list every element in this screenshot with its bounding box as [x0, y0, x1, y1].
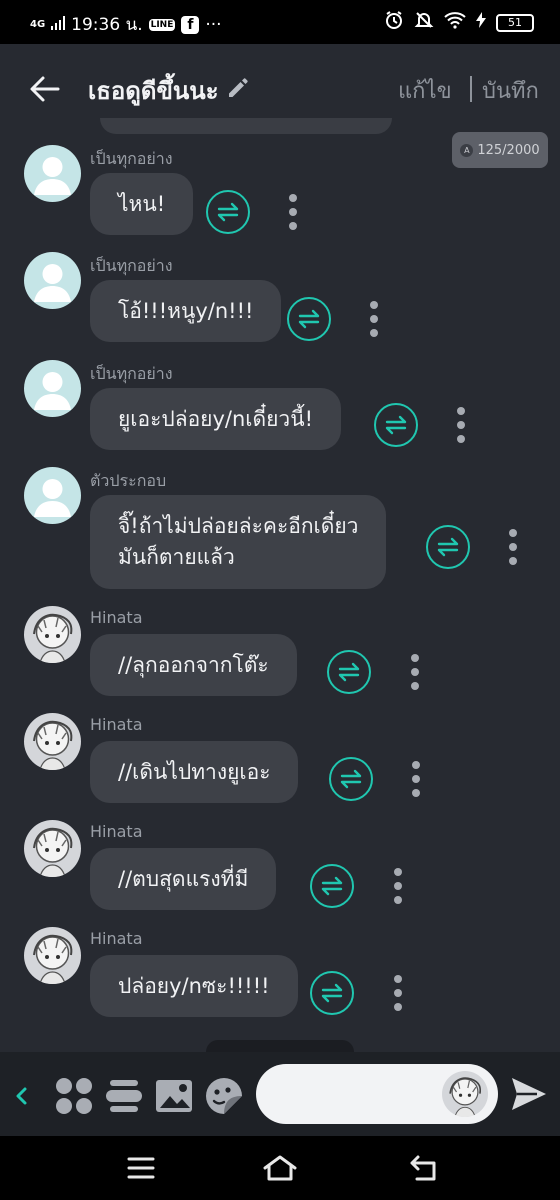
character-counter: A 125/2000	[452, 132, 548, 168]
message-bubble[interactable]: ปล่อยy/nซะ!!!!!	[90, 955, 298, 1017]
more-options-icon[interactable]	[367, 301, 381, 337]
previous-message-bubble	[100, 118, 392, 134]
avatar[interactable]	[24, 927, 81, 984]
more-options-icon[interactable]	[506, 529, 520, 565]
composer-bar	[0, 1052, 560, 1136]
pencil-icon[interactable]	[226, 76, 250, 100]
network-indicator: 4G	[30, 19, 46, 30]
counter-badge: A	[460, 143, 474, 157]
edit-button[interactable]: แก้ไข	[398, 73, 452, 108]
message-text: ยูเอะปล่อยy/nเดี๋ยวนี้!	[118, 407, 313, 431]
avatar[interactable]	[24, 467, 81, 524]
avatar[interactable]	[24, 606, 81, 663]
avatar[interactable]	[24, 713, 81, 770]
message-text: //ลุกออกจากโต๊ะ	[118, 653, 269, 677]
status-bar: 4G 19:36 น. LINE f ··· 51	[0, 0, 560, 44]
signal-icon	[51, 15, 66, 35]
scroll-to-bottom-pill[interactable]	[206, 1040, 354, 1052]
image-icon[interactable]	[154, 1076, 194, 1116]
avatar[interactable]	[24, 145, 81, 202]
message-input[interactable]	[256, 1064, 498, 1124]
battery-icon: 51	[496, 13, 534, 32]
sync-icon[interactable]	[310, 971, 354, 1015]
sync-icon[interactable]	[426, 525, 470, 569]
message-bubble[interactable]: //เดินไปทางยูเอะ	[90, 741, 299, 803]
sender-name: เป็นทุกอย่าง	[90, 256, 173, 275]
more-options-icon[interactable]	[409, 761, 423, 797]
facebook-notification-icon: f	[181, 15, 200, 34]
avatar[interactable]	[24, 820, 81, 877]
counter-text: 125/2000	[477, 142, 540, 158]
avatar[interactable]	[24, 252, 81, 309]
sync-icon[interactable]	[287, 297, 331, 341]
sync-icon[interactable]	[206, 190, 250, 234]
sender-name: Hinata	[90, 608, 143, 627]
sync-icon[interactable]	[329, 757, 373, 801]
page-title: เธอดูดีขึ้นนะ	[88, 77, 219, 105]
header-divider	[470, 76, 472, 102]
message-text: มันก็ตายแล้ว	[118, 545, 235, 569]
charging-icon	[476, 12, 486, 33]
apps-grid-icon[interactable]	[54, 1076, 94, 1116]
wifi-icon	[444, 11, 466, 34]
sender-name: ตัวประกอบ	[90, 471, 167, 490]
more-notifications: ···	[205, 14, 222, 35]
message-bubble[interactable]: โอ้!!!หนูy/n!!!	[90, 280, 282, 342]
persona-avatar[interactable]	[442, 1071, 488, 1117]
message-text: จิ๊!ถ้าไม่ปล่อยล่ะคะอีกเดี๋ยว	[118, 514, 359, 538]
message-bubble[interactable]: ไหน!	[90, 173, 194, 235]
menu-icon[interactable]	[124, 1154, 158, 1182]
message-bubble[interactable]: //ลุกออกจากโต๊ะ	[90, 634, 297, 696]
sync-icon[interactable]	[327, 650, 371, 694]
collapse-chevron-icon[interactable]	[6, 1076, 36, 1116]
message-text: //เดินไปทางยูเอะ	[118, 760, 271, 784]
system-nav-bar	[0, 1136, 560, 1200]
message-bubble[interactable]: จิ๊!ถ้าไม่ปล่อยล่ะคะอีกเดี๋ยว มันก็ตายแล…	[90, 495, 387, 589]
back-nav-icon[interactable]	[408, 1154, 442, 1182]
sync-icon[interactable]	[374, 403, 418, 447]
send-icon[interactable]	[510, 1076, 548, 1112]
save-button[interactable]: บันทึก	[482, 73, 539, 108]
message-bubble[interactable]: ยูเอะปล่อยy/nเดี๋ยวนี้!	[90, 388, 341, 450]
more-options-icon[interactable]	[408, 654, 422, 690]
sticker-icon[interactable]	[204, 1076, 244, 1116]
sender-name: เป็นทุกอย่าง	[90, 149, 173, 168]
more-options-icon[interactable]	[454, 407, 468, 443]
sender-name: เป็นทุกอย่าง	[90, 364, 173, 383]
message-text: โอ้!!!หนูy/n!!!	[118, 299, 254, 323]
sender-name: Hinata	[90, 929, 143, 948]
sender-name: Hinata	[90, 715, 143, 734]
message-text: ไหน!	[118, 192, 166, 216]
more-options-icon[interactable]	[286, 194, 300, 230]
home-icon[interactable]	[262, 1154, 297, 1182]
more-options-icon[interactable]	[391, 868, 405, 904]
message-bubble[interactable]: //ตบสุดแรงที่มี	[90, 848, 277, 910]
stacked-bars-icon[interactable]	[104, 1076, 144, 1116]
line-notification-icon: LINE	[148, 18, 176, 31]
more-options-icon[interactable]	[391, 975, 405, 1011]
alarm-icon	[384, 10, 404, 35]
sync-icon[interactable]	[310, 864, 354, 908]
message-text: ปล่อยy/nซะ!!!!!	[118, 974, 270, 998]
message-text: //ตบสุดแรงที่มี	[118, 867, 249, 891]
clock: 19:36 น.	[71, 15, 143, 35]
back-arrow-icon[interactable]	[28, 72, 62, 106]
sender-name: Hinata	[90, 822, 143, 841]
mute-icon	[414, 10, 434, 35]
avatar[interactable]	[24, 360, 81, 417]
